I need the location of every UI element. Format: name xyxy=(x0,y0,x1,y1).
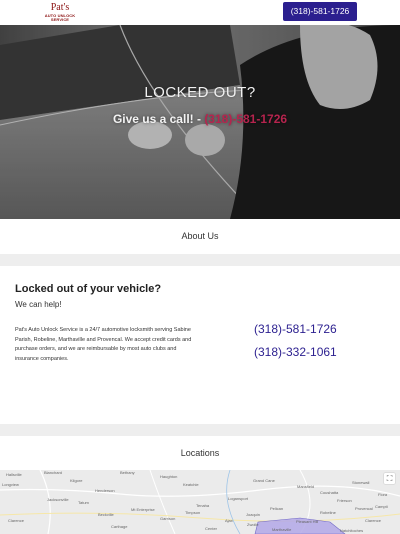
map-label: Logansport xyxy=(228,496,249,501)
map-label: Zwolle xyxy=(247,522,259,527)
phone-secondary-link[interactable]: (318)-332-1061 xyxy=(254,345,337,359)
map-label: Coushatta xyxy=(320,490,339,495)
map-label: Carthage xyxy=(111,524,128,529)
site-logo[interactable]: Pat's AUTO UNLOCK SERVICE xyxy=(43,3,77,23)
info-subheading: We can help! xyxy=(15,300,62,309)
map-label: Flora xyxy=(378,492,388,497)
map-label: Clarence xyxy=(8,518,25,523)
hero-phone-link[interactable]: (318)-581-1726 xyxy=(204,112,287,126)
map-label: Mt Enterprise xyxy=(131,507,155,512)
hero-subtitle-text: Give us a call! - xyxy=(112,112,205,126)
fullscreen-icon[interactable]: ⛶ xyxy=(384,473,395,484)
map-label: Henderson xyxy=(95,488,115,493)
map-label: Bethany xyxy=(120,470,135,475)
locations-map[interactable]: Blanchard Haughton Grand Cane Mansfield … xyxy=(0,470,400,534)
map-label: Robeline xyxy=(320,510,336,515)
map-label: Keatchie xyxy=(183,482,199,487)
map-label: Kilgore xyxy=(70,478,83,483)
hero-banner: LOCKED OUT? Give us a call! - (318)-581-… xyxy=(0,25,400,219)
map-label: Stonewall xyxy=(352,480,370,485)
about-title: About Us xyxy=(181,231,219,241)
locations-section-header: Locations xyxy=(0,436,400,470)
map-label: Grand Cane xyxy=(253,478,275,483)
map-label: Natchitoches xyxy=(340,528,364,533)
map-label: Haughton xyxy=(160,474,178,479)
map-label: Mansfield xyxy=(297,484,315,489)
map-label: Provencal xyxy=(355,506,373,511)
map-label: Center xyxy=(205,526,218,531)
phone-primary-link[interactable]: (318)-581-1726 xyxy=(254,322,337,336)
map-label: Pelican xyxy=(270,506,284,511)
section-divider xyxy=(0,424,400,436)
map-label: Beckville xyxy=(98,512,114,517)
call-button[interactable]: (318)-581-1726 xyxy=(283,2,357,21)
hero-title: LOCKED OUT? xyxy=(144,84,256,101)
info-heading: Locked out of your vehicle? xyxy=(15,283,162,295)
map-label: Jacksonville xyxy=(47,497,69,502)
map-label: Ajax xyxy=(225,518,233,523)
logo-main-text: Pat's xyxy=(50,2,70,13)
hero-subtitle: Give us a call! - (318)-581-1726 xyxy=(0,112,400,126)
about-content: Locked out of your vehicle? We can help!… xyxy=(0,266,400,424)
map-label: Joaquin xyxy=(246,512,261,517)
logo-sub-text: AUTO UNLOCK SERVICE xyxy=(44,13,76,22)
map-label: Campti xyxy=(375,504,388,509)
section-divider xyxy=(0,254,400,266)
about-section-header: About Us xyxy=(0,219,400,254)
map-label: Longview xyxy=(2,482,19,487)
map-label: Hallsville xyxy=(6,472,22,477)
map-label: Pleasant Hill xyxy=(296,519,319,524)
info-body: Pat's Auto Unlock Service is a 24/7 auto… xyxy=(15,327,192,362)
map-label: Tenaha xyxy=(196,503,210,508)
map-label: Blanchard xyxy=(44,470,63,475)
map-label: Clarence xyxy=(365,518,382,523)
map-label: Garrison xyxy=(160,516,176,521)
site-header: Pat's AUTO UNLOCK SERVICE (318)-581-1726 xyxy=(0,0,400,25)
locations-title: Locations xyxy=(180,448,220,458)
map-label: Tatum xyxy=(78,500,89,505)
map-label: Timpson xyxy=(185,510,201,515)
map-label: Frierson xyxy=(337,498,352,503)
map-label: Marthaville xyxy=(272,527,292,532)
